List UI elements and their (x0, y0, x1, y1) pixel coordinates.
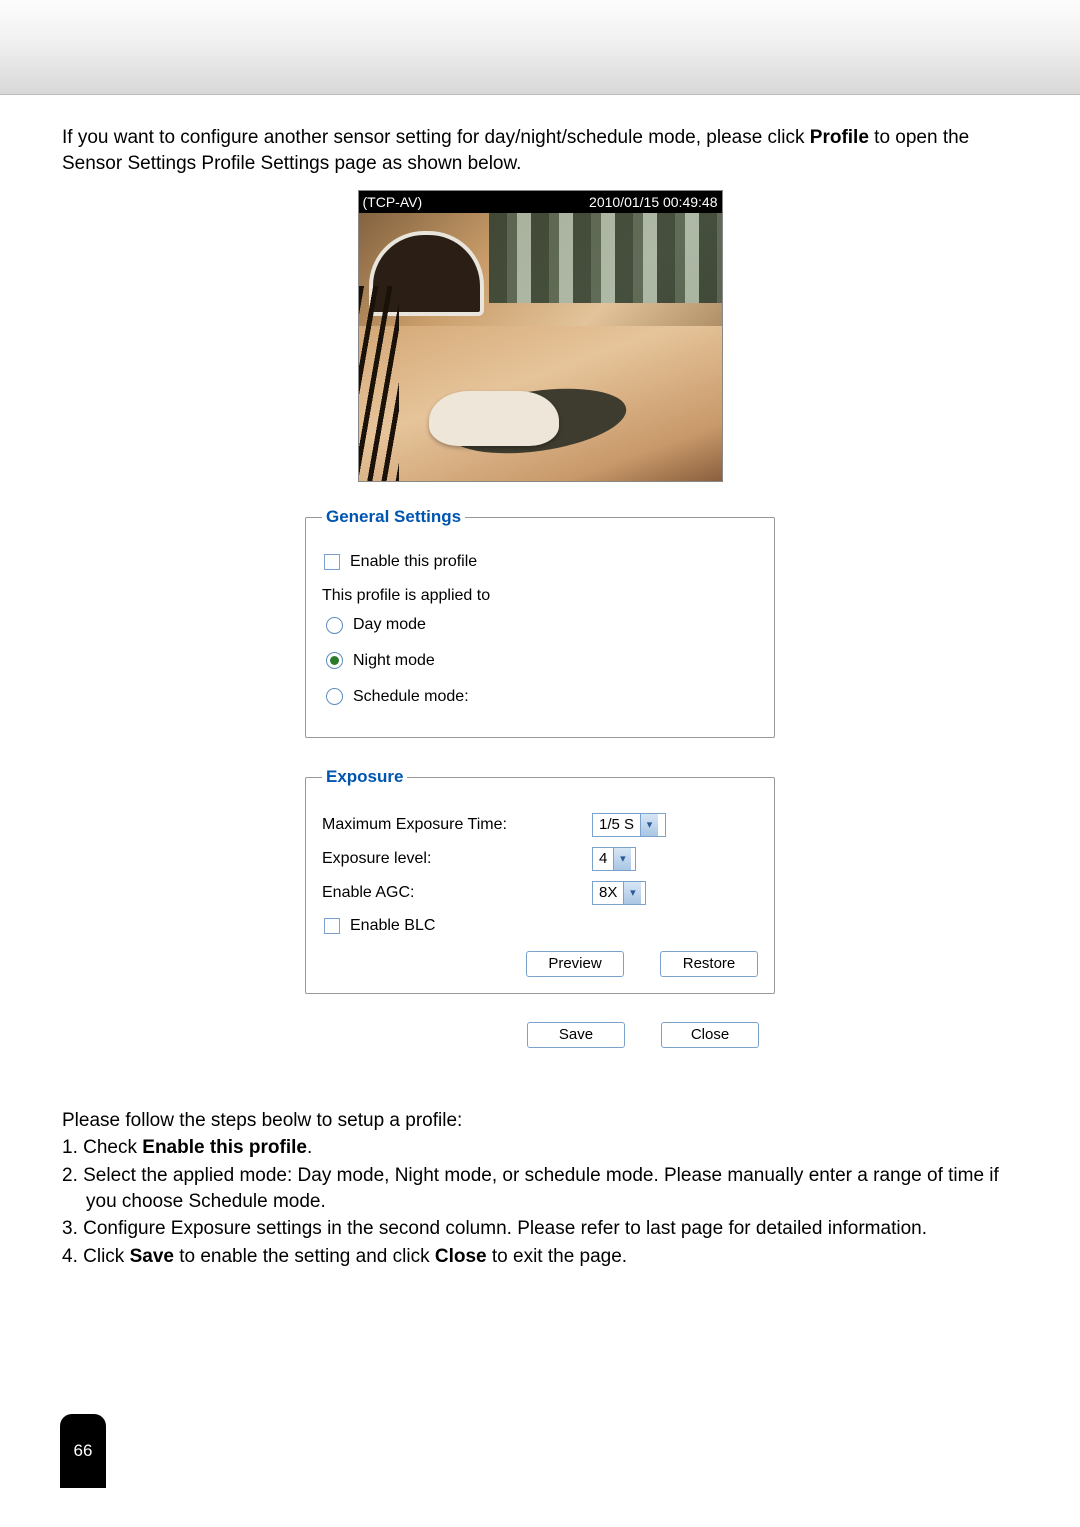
page-button-row: Save Close (305, 1022, 775, 1048)
exposure-button-row: Preview Restore (322, 951, 758, 977)
instruction-step-2: 2. Select the applied mode: Day mode, Ni… (62, 1163, 1018, 1214)
instructions-lead: Please follow the steps beolw to setup a… (62, 1108, 1018, 1134)
settings-panels: General Settings Enable this profile Thi… (305, 506, 775, 993)
step1-prefix: 1. Check (62, 1137, 142, 1158)
instruction-step-4: 4. Click Save to enable the setting and … (62, 1244, 1018, 1270)
page-content: If you want to configure another sensor … (0, 95, 1080, 1292)
general-settings-legend: General Settings (322, 506, 465, 529)
instruction-step-1: 1. Check Enable this profile. (62, 1135, 1018, 1161)
close-button[interactable]: Close (661, 1022, 759, 1048)
intro-bold: Profile (810, 127, 869, 148)
step4-d: Close (435, 1246, 487, 1267)
step1-suffix: . (307, 1137, 312, 1158)
max-exposure-select[interactable]: 1/5 S ▾ (592, 813, 666, 837)
max-exposure-value: 1/5 S (593, 815, 640, 835)
enable-profile-checkbox[interactable] (324, 554, 340, 570)
agc-label: Enable AGC: (322, 882, 592, 904)
preview-button[interactable]: Preview (526, 951, 624, 977)
enable-profile-row: Enable this profile (324, 551, 758, 573)
camera-preview: (TCP-AV) 2010/01/15 00:49:48 (358, 190, 723, 482)
save-button[interactable]: Save (527, 1022, 625, 1048)
preview-overlay-bar: (TCP-AV) 2010/01/15 00:49:48 (359, 191, 722, 213)
max-exposure-label: Maximum Exposure Time: (322, 814, 592, 836)
day-mode-label: Day mode (353, 614, 426, 636)
night-mode-radio[interactable] (326, 652, 343, 669)
exposure-level-value: 4 (593, 849, 613, 869)
general-settings-fieldset: General Settings Enable this profile Thi… (305, 506, 775, 738)
step4-c: to enable the setting and click (174, 1246, 435, 1267)
agc-row: Enable AGC: 8X ▾ (322, 881, 758, 905)
step4-b: Save (130, 1246, 174, 1267)
instructions-list: 1. Check Enable this profile. 2. Select … (62, 1135, 1018, 1269)
exposure-legend: Exposure (322, 766, 407, 789)
blc-checkbox[interactable] (324, 918, 340, 934)
step4-a: 4. Click (62, 1246, 130, 1267)
night-mode-label: Night mode (353, 650, 435, 672)
enable-profile-label: Enable this profile (350, 551, 477, 573)
instructions: Please follow the steps beolw to setup a… (62, 1108, 1018, 1270)
blc-row: Enable BLC (324, 915, 758, 937)
restore-button[interactable]: Restore (660, 951, 758, 977)
exposure-level-label: Exposure level: (322, 848, 592, 870)
schedule-mode-label: Schedule mode: (353, 686, 469, 708)
schedule-mode-radio[interactable] (326, 688, 343, 705)
page-number-tab: 66 (60, 1414, 106, 1488)
blc-label: Enable BLC (350, 915, 435, 937)
step4-e: to exit the page. (487, 1246, 628, 1267)
mode-radio-group: Day mode Night mode Schedule mode: (326, 614, 758, 707)
agc-select[interactable]: 8X ▾ (592, 881, 646, 905)
preview-timestamp: 2010/01/15 00:49:48 (589, 193, 717, 212)
max-exposure-row: Maximum Exposure Time: 1/5 S ▾ (322, 813, 758, 837)
preview-decor-windows (489, 213, 722, 303)
exposure-level-select[interactable]: 4 ▾ (592, 847, 636, 871)
step1-bold: Enable this profile (142, 1137, 307, 1158)
preview-decor-rail (359, 286, 399, 481)
day-mode-radio[interactable] (326, 617, 343, 634)
page-number: 66 (74, 1441, 93, 1461)
instruction-step-3: 3. Configure Exposure settings in the se… (62, 1216, 1018, 1242)
page-header-band (0, 0, 1080, 95)
preview-source-label: (TCP-AV) (363, 193, 423, 212)
preview-decor-sofa (429, 391, 559, 446)
exposure-fieldset: Exposure Maximum Exposure Time: 1/5 S ▾ … (305, 766, 775, 994)
chevron-down-icon: ▾ (623, 882, 641, 904)
agc-value: 8X (593, 883, 623, 903)
intro-paragraph: If you want to configure another sensor … (62, 125, 1018, 176)
chevron-down-icon: ▾ (640, 814, 658, 836)
chevron-down-icon: ▾ (613, 848, 631, 870)
exposure-level-row: Exposure level: 4 ▾ (322, 847, 758, 871)
applied-to-label: This profile is applied to (322, 585, 758, 607)
intro-prefix: If you want to configure another sensor … (62, 127, 810, 148)
